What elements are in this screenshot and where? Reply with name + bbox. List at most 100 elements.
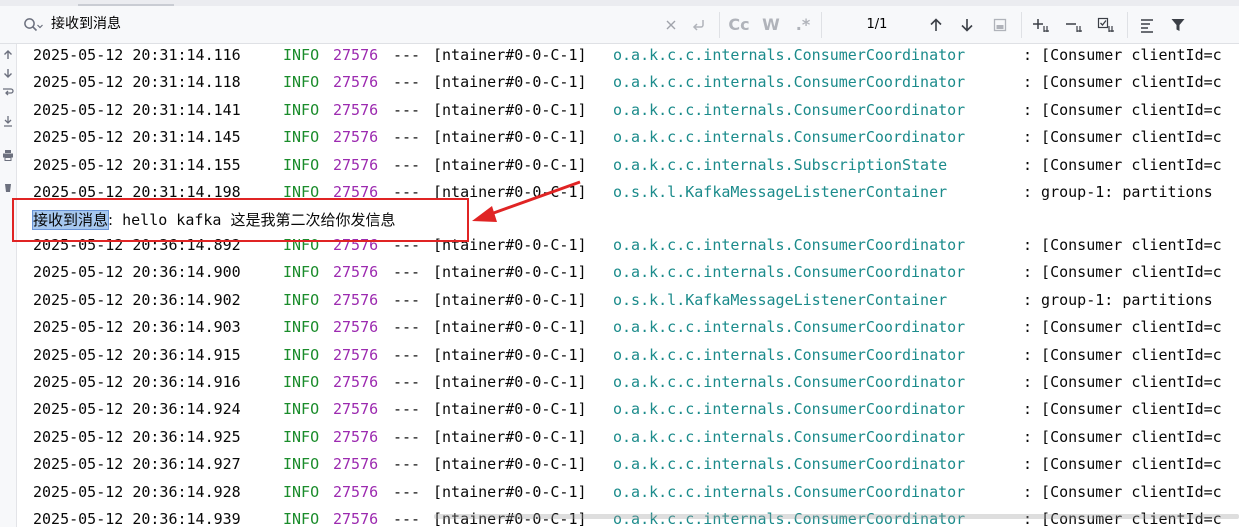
thread-name: [ntainer#0-0-C-1] [433,427,587,446]
log-level: INFO [283,482,320,501]
separator-dashes: --- [393,373,421,391]
thread-name: [ntainer#0-0-C-1] [433,482,587,501]
regex-button[interactable]: .* [790,6,816,43]
log-message: : [Consumer clientId=c [1023,455,1222,474]
filter-search-results-button[interactable] [1136,6,1160,43]
timestamp: 2025-05-12 20:36:14.925 [33,427,241,446]
window-icon [993,18,1007,31]
process-id: 27576 [333,46,379,64]
whole-words-button[interactable]: W [758,6,784,43]
separator-dashes: --- [393,100,421,119]
logger-name[interactable]: o.a.k.c.c.internals.ConsumerCoordinator [613,259,965,286]
select-all-occurrences-button[interactable] [1095,6,1119,43]
logger-name[interactable]: o.a.k.c.c.internals.ConsumerCoordinator [613,124,965,151]
timestamp: 2025-05-12 20:31:14.116 [33,46,241,64]
log-level: INFO [283,100,320,119]
open-in-window-button[interactable] [988,6,1012,43]
whole-words-label: W [762,15,780,34]
log-level: INFO [283,155,320,174]
log-message: : [Consumer clientId=c [1023,373,1222,391]
process-id: 27576 [333,510,379,527]
filter-button[interactable] [1166,6,1190,43]
logger-name[interactable]: o.a.k.c.c.internals.ConsumerCoordinator [613,69,965,96]
process-id: 27576 [333,400,379,419]
add-selection-next-button[interactable] [1030,6,1054,43]
next-occurrence-button[interactable] [955,6,979,43]
scroll-up-icon[interactable] [1,48,15,62]
log-message: : [Consumer clientId=c [1023,73,1222,92]
separator [719,12,720,38]
logger-name[interactable]: o.a.k.c.c.internals.ConsumerCoordinator [613,232,965,259]
process-id: 27576 [333,155,379,174]
match-case-button[interactable]: Cc [726,6,752,43]
log-message: : [Consumer clientId=c [1023,155,1222,174]
timestamp: 2025-05-12 20:31:14.118 [33,73,241,92]
scroll-down-icon[interactable] [1,66,15,80]
scroll-to-end-icon[interactable] [1,114,15,128]
logger-name[interactable]: o.a.k.c.c.internals.ConsumerCoordinator [613,396,965,423]
process-id: 27576 [333,455,379,474]
thread-name: [ntainer#0-0-C-1] [433,263,587,282]
logger-name[interactable]: o.a.k.c.c.internals.ConsumerCoordinator [613,424,965,451]
thread-name: [ntainer#0-0-C-1] [433,373,587,391]
process-id: 27576 [333,482,379,501]
timestamp: 2025-05-12 20:36:14.903 [33,318,241,337]
clear-console-icon[interactable] [1,180,15,194]
process-id: 27576 [333,427,379,446]
list-filter-icon [1141,18,1153,33]
logger-name[interactable]: o.a.k.c.c.internals.ConsumerCoordinator [613,479,965,506]
previous-occurrence-button[interactable] [924,6,948,43]
log-message: : [Consumer clientId=c [1023,236,1222,254]
horizontal-scrollbar[interactable] [434,514,1239,519]
console-output[interactable]: 接收到消息: hello kafka 这是我第二次给你发信息 2025-05-1… [17,44,1239,527]
logger-name[interactable]: o.a.k.c.c.internals.SubscriptionState [613,152,947,179]
timestamp: 2025-05-12 20:31:14.145 [33,128,241,147]
unselect-occurrence-button[interactable] [1063,6,1087,43]
log-message: : group-1: partitions [1023,290,1213,309]
logger-name[interactable]: o.a.k.c.c.internals.ConsumerCoordinator [613,451,965,478]
log-message: : group-1: partitions [1023,183,1213,201]
print-icon[interactable] [1,148,15,162]
log-level: INFO [283,46,320,64]
separator-dashes: --- [393,510,421,527]
logger-name[interactable]: o.a.k.c.c.internals.ConsumerCoordinator [613,314,965,341]
separator [1021,12,1022,38]
logger-name[interactable]: o.a.k.c.c.internals.ConsumerCoordinator [613,369,965,396]
separator-dashes: --- [393,318,421,337]
process-id: 27576 [333,290,379,309]
log-message: : [Consumer clientId=c [1023,100,1222,119]
search-bar: 接收到消息 Cc W .* 1/1 [0,6,1239,44]
thread-name: [ntainer#0-0-C-1] [433,345,587,364]
replace-toggle-icon[interactable] [688,6,710,43]
select-all-icon [1097,17,1114,32]
separator [821,12,822,38]
separator [1127,12,1128,38]
timestamp: 2025-05-12 20:31:14.141 [33,100,241,119]
log-level: INFO [283,510,320,527]
logger-name[interactable]: o.s.k.l.KafkaMessageListenerContainer [613,179,947,206]
log-level: INFO [283,400,320,419]
process-id: 27576 [333,100,379,119]
logger-name[interactable]: o.a.k.c.c.internals.ConsumerCoordinator [613,342,965,369]
arrow-down-icon [961,18,973,32]
regex-label: .* [795,15,811,34]
separator-dashes: --- [393,46,421,64]
thread-name: [ntainer#0-0-C-1] [433,455,587,474]
logger-name[interactable]: o.a.k.c.c.internals.ConsumerCoordinator [613,97,965,124]
log-message: : [Consumer clientId=c [1023,482,1222,501]
timestamp: 2025-05-12 20:36:14.900 [33,263,241,282]
process-id: 27576 [333,318,379,337]
clear-search-icon[interactable] [662,6,680,43]
add-occurrence-icon [1033,18,1049,32]
thread-name: [ntainer#0-0-C-1] [433,128,587,147]
search-history-icon[interactable] [20,6,46,43]
log-level: INFO [283,318,320,337]
logger-name[interactable]: o.s.k.l.KafkaMessageListenerContainer [613,287,947,314]
log-level: INFO [283,128,320,147]
soft-wrap-icon[interactable] [1,85,15,99]
timestamp: 2025-05-12 20:31:14.155 [33,155,241,174]
logger-name[interactable]: o.a.k.c.c.internals.ConsumerCoordinator [613,44,965,69]
thread-name: [ntainer#0-0-C-1] [433,290,587,309]
log-level: INFO [283,373,320,391]
search-input[interactable]: 接收到消息 [51,6,121,43]
